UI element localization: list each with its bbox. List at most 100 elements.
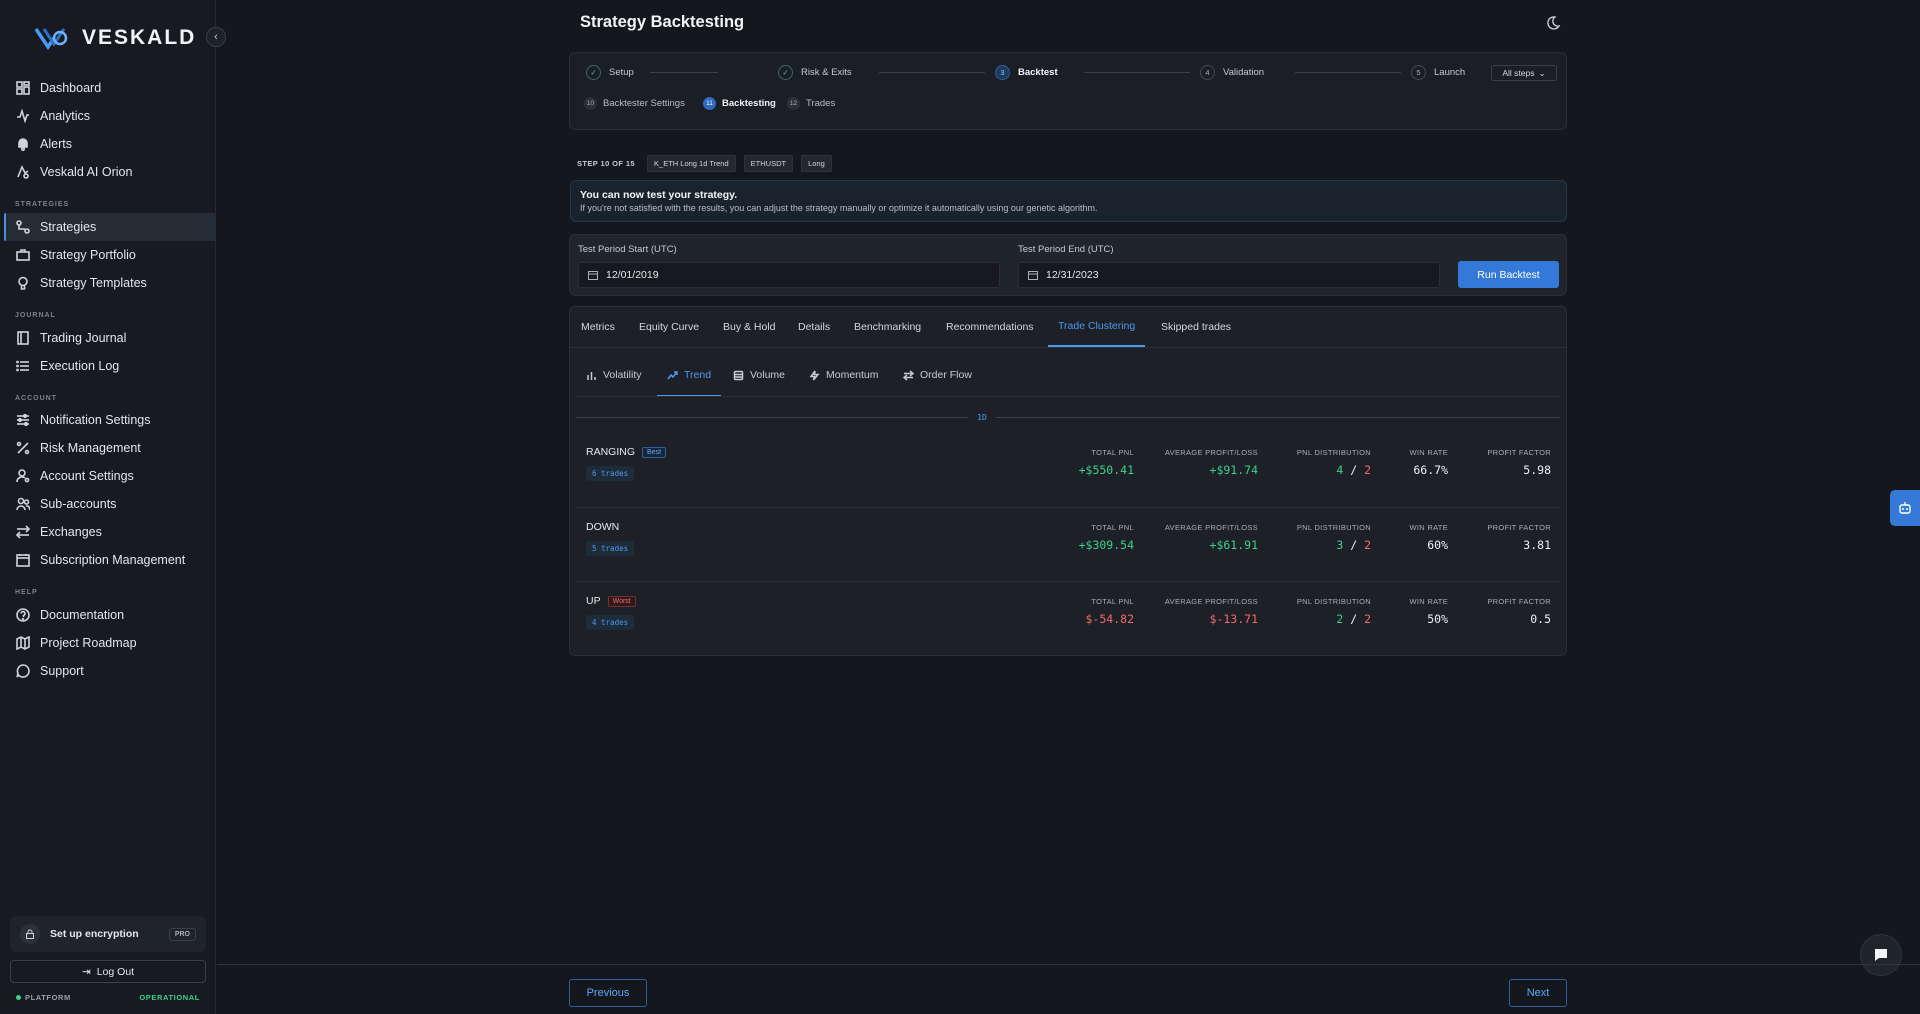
sidebar-item-strategy-portfolio[interactable]: Strategy Portfolio (4, 241, 216, 269)
step-label: Backtest (1018, 67, 1058, 78)
section-strategies: STRATEGIES (15, 201, 70, 208)
brand-logo[interactable]: VESKALD (34, 26, 196, 50)
cluster-row-down[interactable]: DOWN 5 trades TOTAL PNL +$309.54 AVERAGE… (576, 507, 1560, 581)
footer-divider (217, 964, 1920, 965)
setup-encryption-button[interactable]: Set up encryption PRO (10, 916, 206, 952)
sidebar-item-label: Subscription Management (40, 553, 186, 567)
calendar-icon (1028, 271, 1038, 280)
metric-value: 0.5 (1530, 612, 1551, 626)
sidebar-item-trading-journal[interactable]: Trading Journal (4, 324, 216, 352)
metric-value: 4 / 2 (1281, 463, 1371, 477)
tab-recommendations[interactable]: Recommendations (946, 307, 1034, 347)
step-validation[interactable]: 4 Validation (1200, 65, 1264, 80)
dashboard-icon (16, 81, 30, 95)
logout-icon: ⇥ (81, 965, 91, 978)
metric-label: WIN RATE (1409, 448, 1448, 457)
chat-button[interactable] (1860, 934, 1902, 976)
end-date-input[interactable]: 12/31/2023 (1018, 262, 1440, 288)
metric-value: 2 / 2 (1281, 612, 1371, 626)
distribution-separator: / (1350, 612, 1358, 626)
tab-equity-curve[interactable]: Equity Curve (639, 307, 699, 347)
cluster-row-up[interactable]: UP Worst 4 trades TOTAL PNL $-54.82 AVER… (576, 581, 1560, 655)
sidebar-item-ai-orion[interactable]: Veskald AI Orion (4, 158, 216, 186)
subtab-trend[interactable]: Trend (657, 362, 722, 397)
sidebar-item-risk-management[interactable]: Risk Management (4, 434, 216, 462)
step-launch[interactable]: 5 Launch (1411, 65, 1465, 80)
run-backtest-button[interactable]: Run Backtest (1458, 261, 1559, 288)
substep-backtesting[interactable]: 11 Backtesting (703, 97, 776, 110)
trades-count-chip: 6 trades (586, 466, 635, 481)
subtab-momentum[interactable]: Momentum (809, 362, 879, 397)
sidebar-item-strategies[interactable]: Strategies (4, 213, 216, 241)
sidebar-item-label: Account Settings (40, 469, 134, 483)
metric-pnl-distribution: PNL DISTRIBUTION 2 / 2 (1281, 597, 1371, 626)
trades-count-chip: 5 trades (586, 541, 635, 556)
logout-button[interactable]: ⇥ Log Out (10, 960, 206, 983)
platform-status-value: OPERATIONAL (139, 993, 200, 1002)
metric-label: PNL DISTRIBUTION (1296, 597, 1371, 606)
metric-label: AVERAGE PROFIT/LOSS (1164, 597, 1258, 606)
book-icon (17, 331, 29, 345)
tab-benchmarking[interactable]: Benchmarking (854, 307, 921, 347)
sidebar-item-dashboard[interactable]: Dashboard (4, 74, 216, 102)
lightbulb-icon (18, 276, 28, 290)
sidebar-item-sub-accounts[interactable]: Sub-accounts (4, 490, 216, 518)
tab-details[interactable]: Details (798, 307, 830, 347)
sidebar-item-subscription-management[interactable]: Subscription Management (4, 546, 216, 574)
sidebar-item-label: Strategies (40, 220, 97, 234)
collapse-sidebar-button[interactable]: ‹ (206, 27, 226, 47)
tab-buy-hold[interactable]: Buy & Hold (723, 307, 776, 347)
subtab-order-flow[interactable]: Order Flow (903, 362, 972, 397)
trades-count-chip: 4 trades (586, 615, 635, 630)
subtabs-divider (576, 396, 1560, 397)
cluster-row-ranging[interactable]: RANGING Best 6 trades TOTAL PNL +$550.41… (576, 433, 1560, 507)
start-date-value: 12/01/2019 (606, 269, 659, 281)
list-icon (16, 360, 29, 372)
arrows-icon (903, 370, 914, 381)
stepper: ✓ Setup ✓ Risk & Exits 3 Backtest 4 Vali… (569, 52, 1567, 130)
sidebar-item-execution-log[interactable]: Execution Log (4, 352, 216, 380)
sidebar-item-account-settings[interactable]: Account Settings (4, 462, 216, 490)
sidebar-item-label: Documentation (40, 608, 125, 622)
substep-backtester-settings[interactable]: 10 Backtester Settings (584, 97, 685, 110)
moon-icon[interactable] (1545, 15, 1561, 31)
cluster-name: UP Worst (586, 595, 636, 607)
chat-bubble-icon (16, 664, 30, 678)
sidebar-item-exchanges[interactable]: Exchanges (4, 518, 216, 546)
sidebar-item-documentation[interactable]: Documentation (4, 601, 216, 629)
sidebar-item-alerts[interactable]: Alerts (4, 130, 216, 158)
sidebar-item-project-roadmap[interactable]: Project Roadmap (4, 629, 216, 657)
tab-metrics[interactable]: Metrics (581, 307, 615, 347)
metric-win-rate: WIN RATE 60% (1388, 523, 1448, 552)
previous-button[interactable]: Previous (569, 979, 647, 1007)
tab-trade-clustering[interactable]: Trade Clustering (1048, 307, 1146, 347)
substep-trades[interactable]: 12 Trades (787, 97, 835, 110)
step-connector (879, 72, 985, 73)
sidebar-item-strategy-templates[interactable]: Strategy Templates (4, 269, 216, 297)
start-date-label: Test Period Start (UTC) (578, 244, 677, 255)
metric-value: 3 / 2 (1281, 538, 1371, 552)
subtab-volume[interactable]: Volume (733, 362, 785, 397)
step-backtest[interactable]: 3 Backtest (995, 65, 1058, 80)
sidebar-item-analytics[interactable]: Analytics (4, 102, 216, 130)
sidebar-item-label: Trading Journal (40, 331, 127, 345)
start-date-input[interactable]: 12/01/2019 (578, 262, 1000, 288)
step-label: Setup (609, 67, 634, 78)
tabs-divider (570, 347, 1566, 348)
subtab-volatility[interactable]: Volatility (586, 362, 642, 397)
sidebar-item-support[interactable]: Support (4, 657, 216, 685)
all-steps-dropdown[interactable]: All steps ⌄ (1491, 65, 1557, 81)
user-gear-icon (16, 469, 30, 483)
step-setup[interactable]: ✓ Setup (586, 65, 634, 80)
cluster-name: DOWN (586, 521, 619, 533)
assistant-side-tab[interactable] (1890, 490, 1920, 526)
next-button[interactable]: Next (1509, 979, 1567, 1007)
sidebar-item-label: Analytics (40, 109, 91, 123)
cluster-name: RANGING Best (586, 446, 667, 458)
step-risk-exits[interactable]: ✓ Risk & Exits (778, 65, 852, 80)
check-icon: ✓ (586, 65, 601, 80)
sidebar-item-notification-settings[interactable]: Notification Settings (4, 406, 216, 434)
tab-skipped-trades[interactable]: Skipped trades (1161, 307, 1231, 347)
wins-count: 2 (1336, 612, 1344, 626)
timeframe-divider-right (996, 417, 1560, 418)
